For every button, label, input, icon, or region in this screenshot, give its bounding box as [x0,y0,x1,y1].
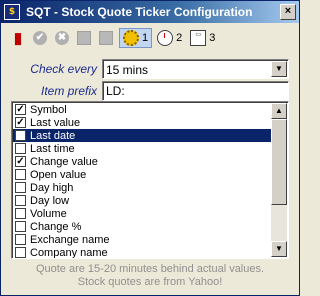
checkbox-unchecked[interactable] [15,143,26,154]
clock-icon [157,30,174,46]
list-item-label: Volume [30,207,67,220]
checkbox-unchecked[interactable] [15,221,26,232]
list-item[interactable]: Last date [13,129,273,142]
list-item[interactable]: Change % [13,220,273,233]
disabled-button-2[interactable] [97,29,115,47]
exit-button[interactable]: ▮ [9,29,27,47]
checkbox-unchecked[interactable] [15,130,26,141]
item-prefix-input[interactable]: LD: [102,81,289,101]
check-every-select[interactable]: 15 mins ▼ [102,59,289,79]
item-prefix-label: Item prefix [40,84,97,98]
footer-line-delay: Quote are 15-20 minutes behind actual va… [35,263,265,275]
blank-icon [77,31,91,45]
tab-settings-1[interactable]: 1 [119,28,153,48]
tab-label: 2 [176,32,183,44]
app-dollar-icon: $ [4,4,20,20]
fields-checklist[interactable]: ✓ Symbol ✓ Last value Last date Last time ✓ Cha… [11,101,289,259]
dropdown-arrow-icon[interactable]: ▼ [271,61,287,77]
config-window: $ SQT - Stock Quote Ticker Configuration… [0,0,300,296]
list-item[interactable]: Volume [13,207,273,220]
list-item[interactable]: Exchange name [13,233,273,246]
apply-button[interactable]: ✔ [31,29,49,47]
checkbox-checked[interactable]: ✓ [15,104,26,115]
list-item-label: Company name [30,246,108,259]
check-every-row: Check every 15 mins ▼ [1,59,299,79]
check-every-label: Check every [30,62,97,76]
checkbox-checked[interactable]: ✓ [15,117,26,128]
list-item-label: Day high [30,181,74,194]
window-title: SQT - Stock Quote Ticker Configuration [26,5,253,19]
window-icon: ▭ [190,30,207,46]
checkbox-unchecked[interactable] [15,182,26,193]
list-item[interactable]: Company name [13,246,273,259]
tab-label: 3 [209,32,216,44]
checkbox-unchecked[interactable] [15,234,26,245]
list-item-label: Last time [30,142,75,155]
checkbox-unchecked[interactable] [15,169,26,180]
item-prefix-row: Item prefix LD: [1,81,299,101]
toolbar: ▮ ✔ ✖ 1 2 ▭ 3 [1,25,299,51]
list-item[interactable]: Day low [13,194,273,207]
footer-line-source: Stock quotes are from Yahoo! [77,276,223,288]
list-item[interactable]: Open value [13,168,273,181]
tab-timer-2[interactable]: 2 [154,28,185,48]
blank-icon [99,31,113,45]
list-item-label: Open value [30,168,87,181]
scroll-up-button[interactable]: ▲ [271,103,287,119]
check-every-value: 15 mins [106,63,149,77]
list-scrollbar[interactable]: ▲ ▼ [271,103,287,257]
tab-window-3[interactable]: ▭ 3 [187,28,218,48]
list-item-label: Change % [30,220,82,233]
disabled-button-1[interactable] [75,29,93,47]
close-button[interactable]: × [280,4,296,20]
cancel-icon: ✖ [55,31,69,45]
tab-label: 1 [142,32,149,44]
list-item-label: Last date [30,129,76,142]
list-item[interactable]: Last time [13,142,273,155]
list-item[interactable]: ✓ Last value [13,116,273,129]
title-bar[interactable]: $ SQT - Stock Quote Ticker Configuration… [1,1,299,23]
checkbox-unchecked[interactable] [15,208,26,219]
gear-icon [123,30,139,46]
list-item-label: Symbol [30,103,67,116]
scroll-thumb[interactable] [271,119,287,205]
footer-note: Quote are 15-20 minutes behind actual va… [1,263,299,289]
list-item-label: Day low [30,194,70,207]
list-item[interactable]: Day high [13,181,273,194]
exit-door-icon: ▮ [13,30,23,47]
checkbox-unchecked[interactable] [15,247,26,258]
cancel-button[interactable]: ✖ [53,29,71,47]
checkbox-unchecked[interactable] [15,195,26,206]
list-item[interactable]: ✓ Change value [13,155,273,168]
scroll-down-button[interactable]: ▼ [271,241,287,257]
checklist-items: ✓ Symbol ✓ Last value Last date Last time ✓ Cha… [13,103,273,259]
list-item-label: Change value [30,155,98,168]
check-icon: ✔ [33,31,47,45]
list-item-label: Last value [30,116,81,129]
list-item[interactable]: ✓ Symbol [13,103,273,116]
checkbox-checked[interactable]: ✓ [15,156,26,167]
list-item-label: Exchange name [30,233,110,246]
